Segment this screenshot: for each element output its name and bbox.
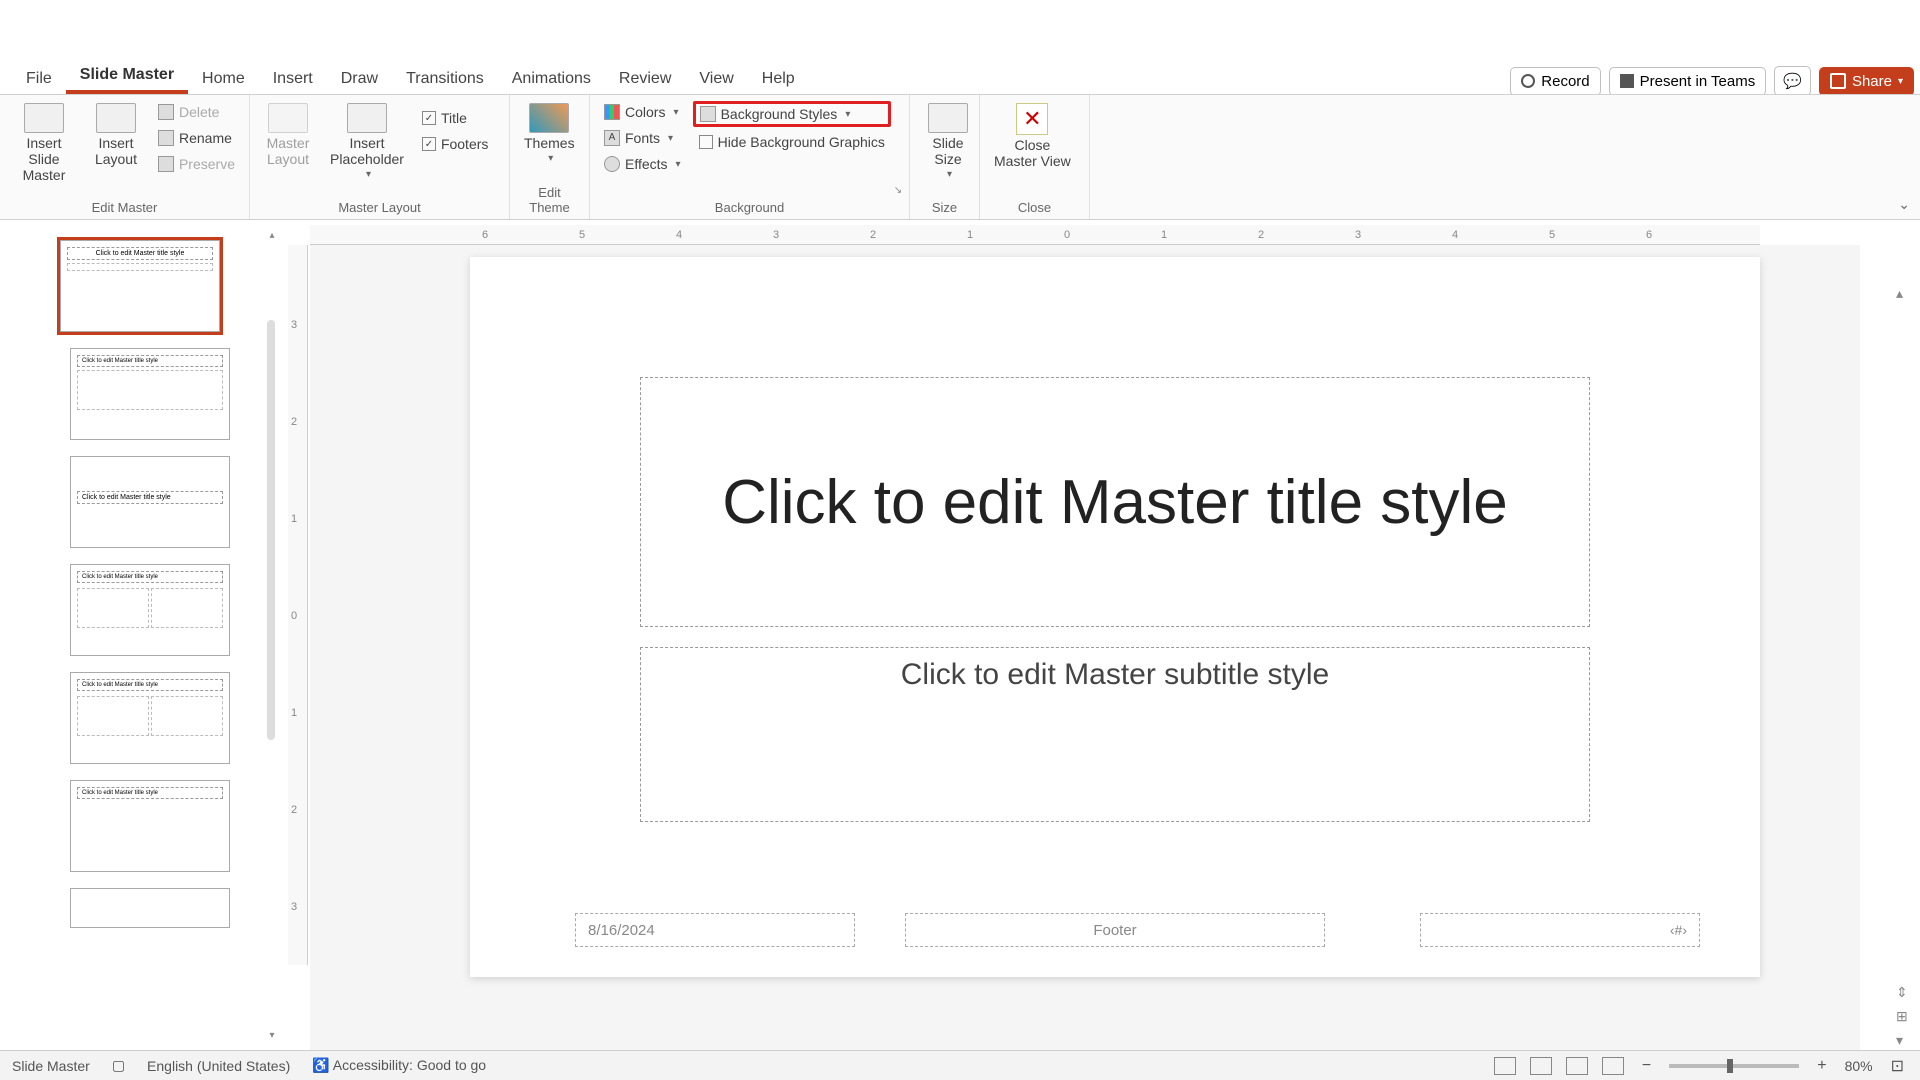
layout-thumbnail-2[interactable]: Click to edit Master title style: [70, 456, 230, 548]
tab-animations[interactable]: Animations: [498, 64, 605, 94]
colors-button[interactable]: Colors: [598, 101, 687, 123]
zoom-out-button[interactable]: −: [1638, 1057, 1655, 1075]
ribbon-collapse-button[interactable]: ⌄: [1898, 196, 1910, 213]
effects-button[interactable]: Effects: [598, 153, 687, 175]
fonts-button[interactable]: AFonts: [598, 127, 687, 149]
group-label-size: Size: [918, 198, 971, 217]
rename-button[interactable]: Rename: [152, 127, 241, 149]
title-checkbox[interactable]: ✓Title: [416, 107, 494, 129]
checkbox-icon: ✓: [422, 111, 436, 125]
right-gutter: ▴ ⇕ ⊞ ▾: [1890, 245, 1920, 1050]
effects-icon: [604, 156, 620, 172]
tab-review[interactable]: Review: [605, 64, 685, 94]
gutter-down-icon[interactable]: ▾: [1896, 1032, 1914, 1050]
gutter-up-icon[interactable]: ▴: [1896, 285, 1914, 303]
ribbon: Insert Slide Master Insert Layout Delete…: [0, 95, 1920, 220]
slide-sorter-view-button[interactable]: [1530, 1057, 1552, 1075]
zoom-percent[interactable]: 80%: [1845, 1058, 1873, 1074]
preserve-button: Preserve: [152, 153, 241, 175]
background-styles-icon: [700, 106, 716, 122]
tab-home[interactable]: Home: [188, 64, 259, 94]
zoom-handle[interactable]: [1727, 1059, 1733, 1073]
master-thumbnail[interactable]: Click to edit Master title style: [60, 240, 220, 332]
tab-transitions[interactable]: Transitions: [392, 64, 498, 94]
insert-placeholder-button[interactable]: Insert Placeholder: [324, 101, 410, 182]
scroll-up-arrow[interactable]: ▴: [267, 230, 277, 240]
horizontal-ruler: 6 5 4 3 2 1 0 1 2 3 4 5 6: [310, 225, 1760, 245]
preserve-icon: [158, 156, 174, 172]
tab-slide-master[interactable]: Slide Master: [66, 60, 188, 94]
themes-button[interactable]: Themes: [518, 101, 581, 166]
rename-icon: [158, 130, 174, 146]
slideshow-view-button[interactable]: [1602, 1057, 1624, 1075]
slide-number-placeholder[interactable]: ‹#›: [1420, 913, 1700, 947]
insert-layout-button[interactable]: Insert Layout: [86, 101, 146, 169]
close-master-view-button[interactable]: ✕Close Master View: [988, 101, 1077, 171]
layout-icon: [96, 103, 136, 133]
group-label-edit-master: Edit Master: [8, 198, 241, 217]
background-styles-button[interactable]: Background Styles: [693, 101, 891, 127]
scrollbar-track[interactable]: [267, 320, 275, 740]
layout-thumbnail-3[interactable]: Click to edit Master title style: [70, 564, 230, 656]
fonts-icon: A: [604, 130, 620, 146]
slide-size-button[interactable]: Slide Size: [918, 101, 978, 182]
footers-checkbox[interactable]: ✓Footers: [416, 133, 494, 155]
group-label-master-layout: Master Layout: [258, 198, 501, 217]
tab-insert[interactable]: Insert: [259, 64, 327, 94]
reading-view-button[interactable]: [1566, 1057, 1588, 1075]
slide-size-icon: [928, 103, 968, 133]
slide-canvas-area: Click to edit Master title style Click t…: [310, 245, 1860, 1050]
title-placeholder[interactable]: Click to edit Master title style: [640, 377, 1590, 627]
master-layout-button[interactable]: Master Layout: [258, 101, 318, 169]
status-accessibility[interactable]: ♿ Accessibility: Good to go: [312, 1057, 486, 1074]
themes-icon: [529, 103, 569, 133]
gutter-arrows-icon[interactable]: ⇕: [1896, 984, 1914, 1002]
close-icon: ✕: [1016, 103, 1048, 135]
slide-master-icon: [24, 103, 64, 133]
zoom-in-button[interactable]: +: [1813, 1057, 1830, 1075]
zoom-slider[interactable]: [1669, 1064, 1799, 1068]
layout-thumbnail-5[interactable]: Click to edit Master title style: [70, 780, 230, 872]
subtitle-placeholder[interactable]: Click to edit Master subtitle style: [640, 647, 1590, 822]
date-placeholder[interactable]: 8/16/2024: [575, 913, 855, 947]
checkbox-icon: [699, 135, 713, 149]
tab-draw[interactable]: Draw: [327, 64, 392, 94]
placeholder-icon: [347, 103, 387, 133]
normal-view-button[interactable]: [1494, 1057, 1516, 1075]
fit-to-window-button[interactable]: ⊡: [1887, 1056, 1908, 1076]
vertical-ruler: 3 2 1 0 1 2 3: [288, 245, 308, 965]
layout-thumbnail-4[interactable]: Click to edit Master title style: [70, 672, 230, 764]
slide-thumbnails-panel: Click to edit Master title style Click t…: [0, 220, 280, 1050]
delete-button: Delete: [152, 101, 241, 123]
status-bar: Slide Master ▢ English (United States) ♿…: [0, 1050, 1920, 1080]
insert-slide-master-button[interactable]: Insert Slide Master: [8, 101, 80, 185]
layout-thumbnail-1[interactable]: Click to edit Master title style: [70, 348, 230, 440]
ribbon-tabs: File Slide Master Home Insert Draw Trans…: [0, 65, 1920, 95]
group-label-close: Close: [988, 198, 1081, 217]
status-notes-icon[interactable]: ▢: [112, 1057, 125, 1074]
layout-thumbnail-6[interactable]: [70, 888, 230, 928]
group-label-background: Background: [598, 198, 901, 217]
thumbnails-scrollbar[interactable]: ▴ ▾: [267, 230, 277, 1040]
tab-help[interactable]: Help: [748, 64, 809, 94]
status-language[interactable]: English (United States): [147, 1058, 290, 1074]
master-layout-icon: [268, 103, 308, 133]
footer-placeholder[interactable]: Footer: [905, 913, 1325, 947]
hide-background-graphics-checkbox[interactable]: Hide Background Graphics: [693, 131, 891, 153]
slide-master-canvas[interactable]: Click to edit Master title style Click t…: [470, 257, 1760, 977]
scroll-down-arrow[interactable]: ▾: [267, 1030, 277, 1040]
tab-view[interactable]: View: [685, 64, 747, 94]
delete-icon: [158, 104, 174, 120]
background-dialog-launcher[interactable]: ↘: [891, 183, 905, 197]
status-view-name: Slide Master: [12, 1058, 90, 1074]
colors-icon: [604, 104, 620, 120]
checkbox-icon: ✓: [422, 137, 436, 151]
gutter-fit-icon[interactable]: ⊞: [1896, 1008, 1914, 1026]
group-label-edit-theme: Edit Theme: [518, 183, 581, 217]
tab-file[interactable]: File: [12, 64, 66, 94]
